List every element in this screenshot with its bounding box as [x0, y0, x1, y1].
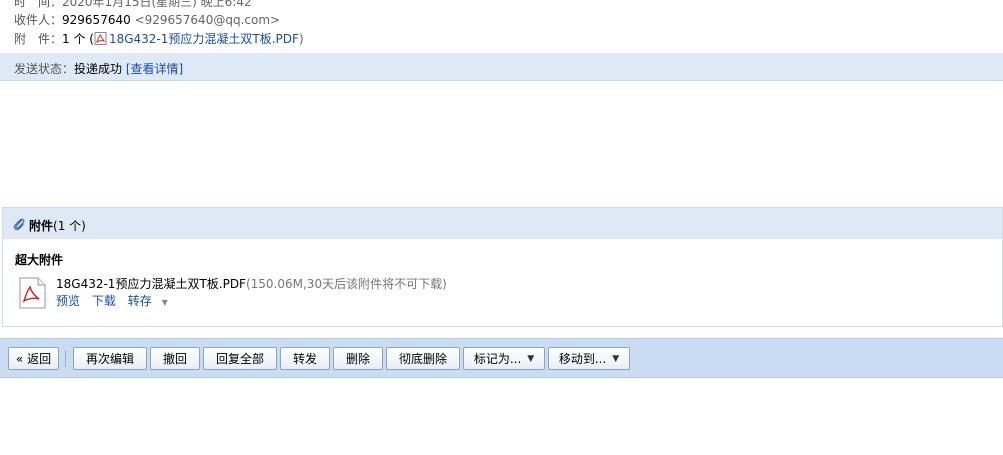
- mail-header: 时 间：2020年1月15日(星期三) 晚上6:42 收件人：929657640…: [0, 0, 1003, 53]
- back-button[interactable]: « 返回: [8, 347, 59, 370]
- attachment-title-count: (1 个): [53, 219, 86, 233]
- attachment-file-name[interactable]: 18G432-1预应力混凝土双T板.PDF: [56, 277, 246, 291]
- status-label: 发送状态：: [14, 62, 75, 76]
- recipient-name[interactable]: 929657640: [62, 13, 131, 27]
- paperclip-icon: [13, 218, 25, 231]
- recipient-label: 收件人：: [14, 13, 63, 27]
- move-to-label: 移动到...: [558, 352, 607, 366]
- attachment-file-link[interactable]: 18G432-1预应力混凝土双T板.PDF: [109, 32, 299, 46]
- save-to-label: 转存: [127, 294, 152, 308]
- download-link[interactable]: 下载: [92, 294, 116, 308]
- caret-down-icon: ▼: [612, 353, 620, 364]
- attachment-file-name-row: 18G432-1预应力混凝土双T板.PDF(150.06M,30天后该附件将不可…: [56, 275, 447, 292]
- recipient-row: 收件人：929657640 <929657640@qq.com>: [14, 11, 280, 28]
- chevron-down-icon: ▼: [161, 298, 168, 307]
- delete-permanently-button[interactable]: 彻底删除: [386, 347, 460, 370]
- move-to-dropdown[interactable]: 移动到... ▼: [548, 347, 630, 370]
- attachment-label: 附 件：: [14, 32, 63, 46]
- reply-all-button[interactable]: 回复全部: [203, 347, 277, 370]
- reedit-button[interactable]: 再次编辑: [73, 347, 147, 370]
- time-label: 时 间：: [14, 0, 63, 9]
- status-value: 投递成功: [74, 62, 123, 76]
- toolbar-separator: [65, 350, 66, 367]
- mark-as-label: 标记为...: [473, 352, 522, 366]
- save-to-link[interactable]: 转存 ▼: [128, 294, 176, 308]
- mark-as-dropdown[interactable]: 标记为... ▼: [463, 347, 545, 370]
- large-attachment-label: 超大附件: [15, 253, 64, 267]
- delete-button[interactable]: 删除: [333, 347, 383, 370]
- delivery-status-bar: 发送状态：投递成功 [查看详情]: [0, 53, 1003, 81]
- attachment-section: 附件(1 个) 超大附件 18G432-1预应力混凝土双T板.PDF(150.0…: [2, 207, 1003, 327]
- preview-link[interactable]: 预览: [56, 294, 80, 308]
- attachment-file-meta: (150.06M,30天后该附件将不可下载): [245, 277, 447, 291]
- attachment-actions: 预览 下载 转存 ▼: [56, 292, 184, 309]
- time-value: 2020年1月15日(星期三) 晚上6:42: [62, 0, 252, 9]
- view-details-link[interactable]: [查看详情]: [126, 62, 183, 76]
- attachment-title-text: 附件: [29, 219, 54, 233]
- attachment-row: 附 件：1 个 ( 18G432-1预应力混凝土双T板.PDF): [14, 30, 304, 47]
- attachment-title: 附件(1 个): [29, 217, 86, 234]
- pdf-icon-small: [94, 32, 107, 45]
- attachment-close: ): [298, 32, 304, 46]
- action-toolbar: « 返回 再次编辑 撤回 回复全部 转发 删除 彻底删除 标记为... ▼ 移动到…: [0, 338, 1003, 378]
- status-text: 发送状态：投递成功 [查看详情]: [14, 60, 183, 77]
- forward-button[interactable]: 转发: [280, 347, 330, 370]
- pdf-file-icon: [19, 277, 46, 309]
- recipient-email: <929657640@qq.com>: [134, 13, 281, 27]
- time-row: 时 间：2020年1月15日(星期三) 晚上6:42: [14, 0, 252, 10]
- caret-down-icon: ▼: [527, 353, 535, 364]
- attachment-count: 1 个 (: [62, 32, 94, 46]
- attachment-header: 附件(1 个): [3, 208, 1002, 239]
- recall-button[interactable]: 撤回: [150, 347, 200, 370]
